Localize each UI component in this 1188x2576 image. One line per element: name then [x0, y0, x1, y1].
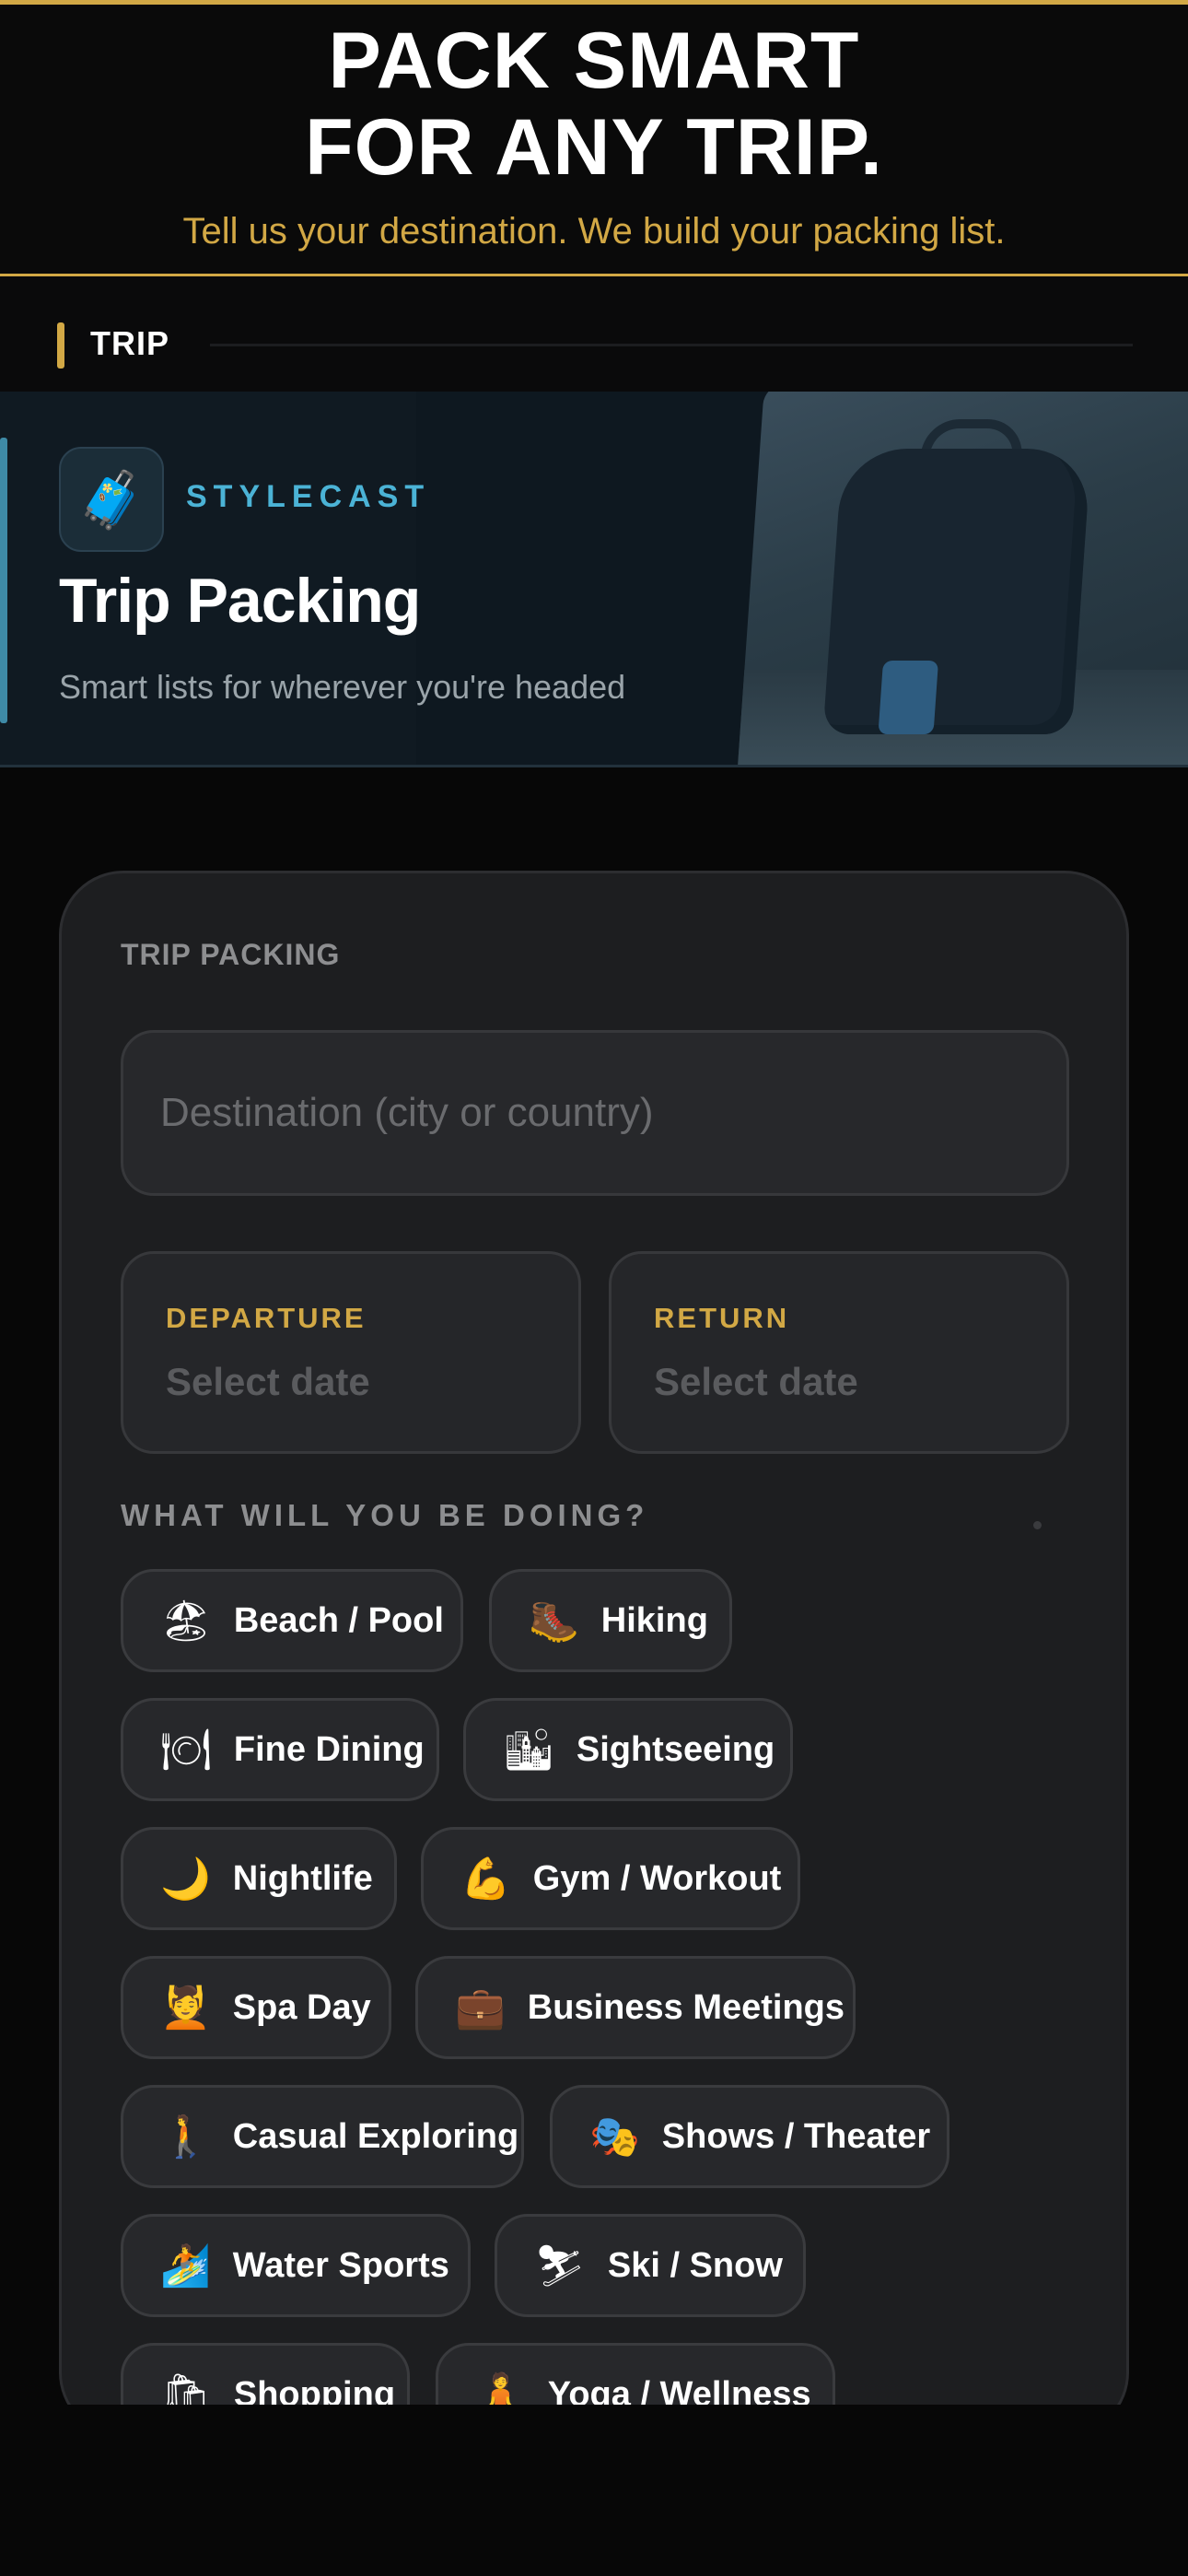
banner-tagline: Smart lists for wherever you're headed — [59, 668, 626, 706]
theater-masks-icon: 🎭 — [589, 2113, 640, 2160]
backpack-photo — [736, 392, 1188, 765]
walking-person-icon: 🚶 — [160, 2113, 211, 2160]
return-date-field[interactable]: RETURN Select date — [609, 1251, 1069, 1454]
feature-banner: 🧳 STYLECAST Trip Packing Smart lists for… — [0, 392, 1188, 767]
skier-icon: ⛷ — [534, 2242, 586, 2289]
hero-subtitle: Tell us your destination. We build your … — [182, 211, 1006, 252]
activity-chip-business[interactable]: 💼 Business Meetings — [415, 1956, 856, 2059]
hero-header: PACK SMART FOR ANY TRIP. Tell us your de… — [0, 0, 1188, 276]
trip-form-card: TRIP PACKING DEPARTURE Select date RETUR… — [59, 871, 1129, 2446]
flexed-bicep-icon: 💪 — [460, 1856, 511, 1903]
activities-heading: WHAT WILL YOU BE DOING? — [121, 1498, 649, 1532]
beach-umbrella-icon: 🏖 — [160, 1598, 212, 1645]
departure-value: Select date — [166, 1360, 370, 1403]
departure-date-field[interactable]: DEPARTURE Select date — [121, 1251, 581, 1454]
activity-chip-gym[interactable]: 💪 Gym / Workout — [421, 1827, 800, 1930]
activity-chip-spa[interactable]: 💆 Spa Day — [121, 1956, 391, 2059]
city-skyline-icon: 🏙 — [503, 1727, 554, 1774]
section-header: TRIP — [0, 276, 1188, 392]
section-accent — [57, 322, 64, 369]
activity-chip-nightlife[interactable]: 🌙 Nightlife — [121, 1827, 397, 1930]
hero-title: PACK SMART FOR ANY TRIP. — [0, 5, 1188, 191]
hero-title-line2: FOR ANY TRIP. — [305, 103, 883, 192]
hiking-boot-icon: 🥾 — [529, 1598, 579, 1645]
briefcase-icon: 💼 — [455, 1985, 506, 2032]
banner-accent — [0, 438, 7, 723]
massage-icon: 💆 — [160, 1985, 211, 2032]
activity-chip-fine-dining[interactable]: 🍽 Fine Dining — [121, 1698, 439, 1801]
activity-chip-sightseeing[interactable]: 🏙 Sightseeing — [463, 1698, 793, 1801]
activity-chip-hiking[interactable]: 🥾 Hiking — [489, 1569, 732, 1672]
dining-plate-icon: 🍽 — [160, 1727, 212, 1774]
card-title: TRIP PACKING — [121, 938, 341, 971]
departure-label: DEPARTURE — [166, 1302, 367, 1334]
hero-title-line1: PACK SMART — [328, 17, 860, 105]
return-value: Select date — [654, 1360, 858, 1403]
decorative-dot — [1033, 1521, 1042, 1529]
banner-title: Trip Packing — [59, 566, 421, 636]
section-divider — [210, 344, 1133, 346]
return-label: RETURN — [654, 1302, 790, 1334]
luggage-icon: 🧳 — [59, 447, 164, 552]
destination-input[interactable] — [121, 1030, 1069, 1196]
activity-chip-casual-exploring[interactable]: 🚶 Casual Exploring — [121, 2085, 524, 2188]
bottom-area — [0, 2405, 1188, 2576]
activity-chip-water-sports[interactable]: 🏄 Water Sports — [121, 2214, 471, 2317]
brand-name: STYLECAST — [186, 479, 431, 514]
banner-panel — [416, 392, 775, 765]
activity-chip-ski[interactable]: ⛷ Ski / Snow — [495, 2214, 806, 2317]
section-label: TRIP — [90, 324, 170, 362]
activity-chip-theater[interactable]: 🎭 Shows / Theater — [550, 2085, 949, 2188]
surfer-icon: 🏄 — [160, 2242, 211, 2289]
activity-chip-beach[interactable]: 🏖 Beach / Pool — [121, 1569, 463, 1672]
moon-icon: 🌙 — [160, 1856, 211, 1903]
